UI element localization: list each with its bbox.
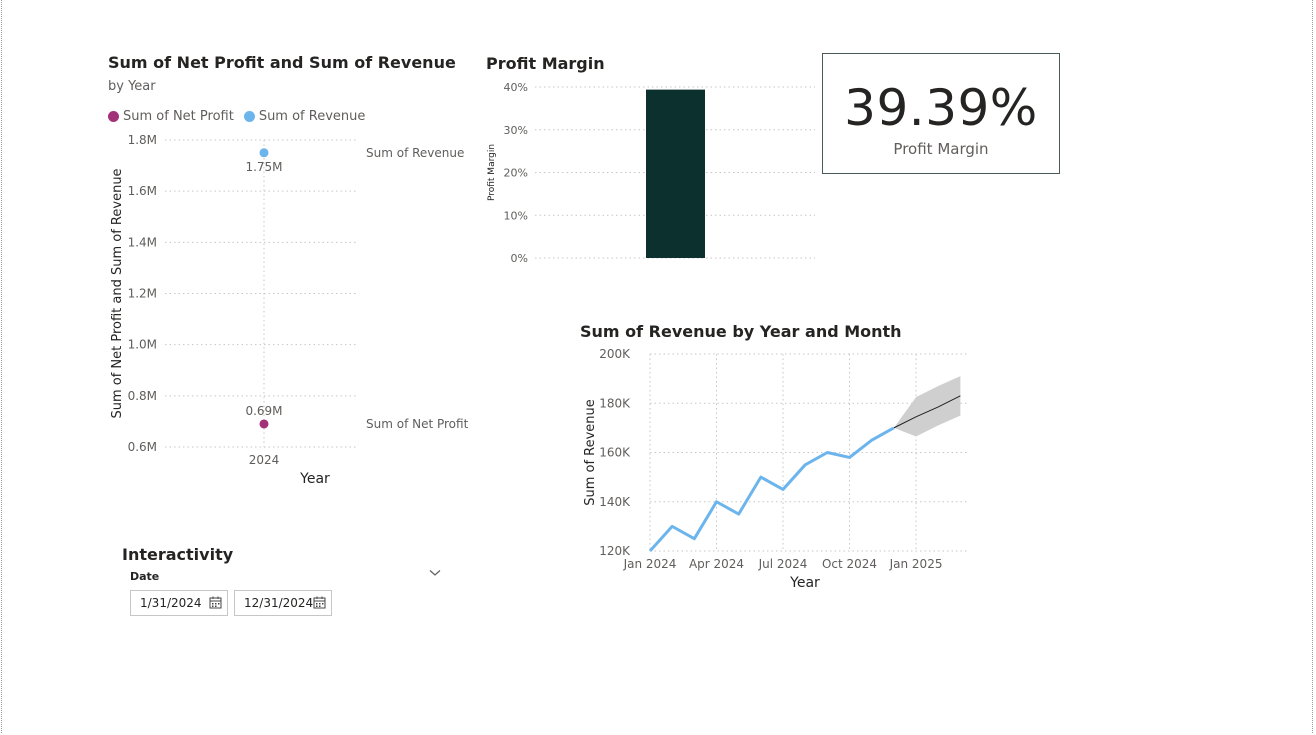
y-tick-label: 1.0M [128, 338, 157, 352]
y-tick-label: 200K [599, 347, 631, 361]
y-tick-label: 160K [599, 446, 631, 460]
y-tick-label: 0% [511, 252, 528, 265]
y-tick-label: 20% [504, 167, 528, 180]
start-date-value: 1/31/2024 [140, 596, 202, 610]
slicer-title: Interactivity [122, 545, 234, 564]
scatter-chart-title: Sum of Net Profit and Sum of Revenue [108, 53, 456, 72]
x-tick-label: Jan 2024 [623, 557, 677, 571]
series-label: Sum of Net Profit [366, 417, 469, 431]
slicer-field-label: Date [130, 570, 160, 583]
y-tick-label: 180K [599, 396, 631, 410]
forecast-band [893, 376, 961, 437]
card-value: 39.39% [844, 79, 1038, 137]
y-tick-label: 0.8M [128, 389, 157, 403]
y-axis-title: Sum of Revenue [583, 399, 598, 506]
y-tick-label: 40% [504, 81, 528, 94]
y-tick-label: 1.8M [128, 133, 157, 147]
x-axis-title: Year [789, 575, 820, 591]
end-date-value: 12/31/2024 [244, 596, 314, 610]
x-tick-label: 2024 [249, 453, 280, 467]
y-tick-label: 30% [504, 124, 528, 137]
scatter-chart-subtitle: by Year [108, 79, 156, 94]
scatter-chart[interactable]: 1.8M 1.6M 1.4M 1.2M 1.0M 0.8M 0.6M 2024 Year Sum … [100, 125, 480, 495]
x-tick-label: Apr 2024 [689, 557, 744, 571]
profit-margin-bar-chart[interactable]: 40% 30% 20% 10% 0% Profit Margin [480, 75, 825, 275]
y-tick-label: 1.2M [128, 287, 157, 301]
data-label: 1.75M [245, 160, 282, 174]
calendar-icon[interactable] [313, 596, 326, 609]
y-tick-label: 10% [504, 209, 528, 222]
start-date-input[interactable]: 1/31/2024 [130, 590, 228, 616]
series-label: Sum of Revenue [366, 146, 464, 160]
end-date-input[interactable]: 12/31/2024 [234, 590, 332, 616]
card-label: Profit Margin [893, 140, 989, 158]
y-tick-label: 1.4M [128, 235, 157, 249]
y-tick-label: 120K [599, 544, 631, 558]
chevron-down-icon[interactable] [429, 569, 441, 577]
legend-marker-net-profit [108, 111, 119, 122]
data-label: 0.69M [245, 404, 282, 418]
x-axis-title: Year [299, 471, 330, 487]
scatter-legend: Sum of Net Profit Sum of Revenue [108, 109, 365, 124]
y-tick-label: 1.6M [128, 184, 157, 198]
line-chart-title: Sum of Revenue by Year and Month [580, 322, 902, 341]
y-tick-label: 140K [599, 495, 631, 509]
data-point [259, 419, 269, 429]
bar [646, 89, 705, 258]
legend-label-revenue[interactable]: Sum of Revenue [259, 109, 366, 124]
revenue-line-chart[interactable]: 200K 180K 160K 140K 120KJan 2024 Apr 2024 Jul … [575, 342, 975, 597]
legend-marker-revenue [243, 111, 255, 122]
data-point [259, 148, 269, 158]
x-tick-label: Jul 2024 [758, 557, 808, 571]
x-tick-label: Jan 2025 [889, 557, 943, 571]
profit-margin-chart-title: Profit Margin [486, 54, 605, 73]
revenue-line [648, 426, 895, 553]
profit-margin-card[interactable]: 39.39% Profit Margin [822, 53, 1060, 174]
y-axis-title: Sum of Net Profit and Sum of Revenue [110, 168, 125, 418]
x-tick-label: Oct 2024 [822, 557, 877, 571]
calendar-icon[interactable] [209, 596, 222, 609]
legend-label-net-profit[interactable]: Sum of Net Profit [123, 109, 234, 124]
y-axis-title: Profit Margin [487, 144, 497, 201]
y-tick-label: 0.6M [128, 440, 157, 454]
